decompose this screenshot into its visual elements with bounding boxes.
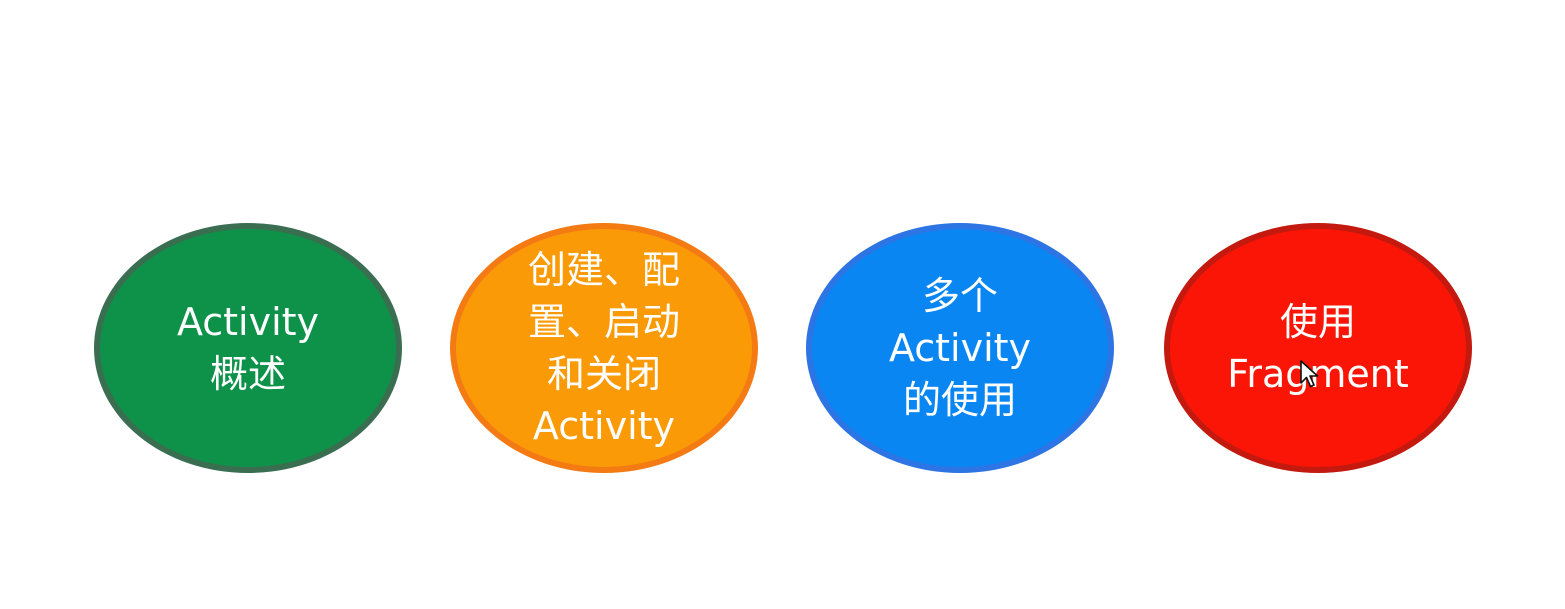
topic-label-line: 创建、配 xyxy=(527,248,680,292)
topic-label: 创建、配 置、启动 和关闭 Activity xyxy=(528,244,680,452)
topic-label-line: 的使用 xyxy=(902,378,1017,422)
topic-label-line: 概述 xyxy=(209,352,286,396)
topic-label: Activity 概述 xyxy=(177,296,319,400)
topic-label: 多个 Activity 的使用 xyxy=(889,270,1031,426)
slide-canvas: Activity 概述 创建、配 置、启动 和关闭 Activity 多个 Ac… xyxy=(0,0,1565,609)
topic-label-line: 使用 xyxy=(1279,300,1356,344)
topic-activity-overview[interactable]: Activity 概述 xyxy=(94,223,402,473)
topic-use-fragment[interactable]: 使用 Fragment xyxy=(1164,223,1472,473)
topic-label-line: Activity xyxy=(888,326,1032,370)
topic-label-line: 多个 xyxy=(921,274,998,318)
topic-create-config-start-close-activity[interactable]: 创建、配 置、启动 和关闭 Activity xyxy=(450,223,758,473)
topic-label-line: 置、启动 xyxy=(527,300,680,344)
topic-label-line: Activity xyxy=(532,404,676,448)
topic-multiple-activity-usage[interactable]: 多个 Activity 的使用 xyxy=(806,223,1114,473)
topic-label-line: Activity xyxy=(176,300,320,344)
mouse-pointer-icon xyxy=(1300,360,1319,388)
topic-label-line: 和关闭 xyxy=(546,352,661,396)
